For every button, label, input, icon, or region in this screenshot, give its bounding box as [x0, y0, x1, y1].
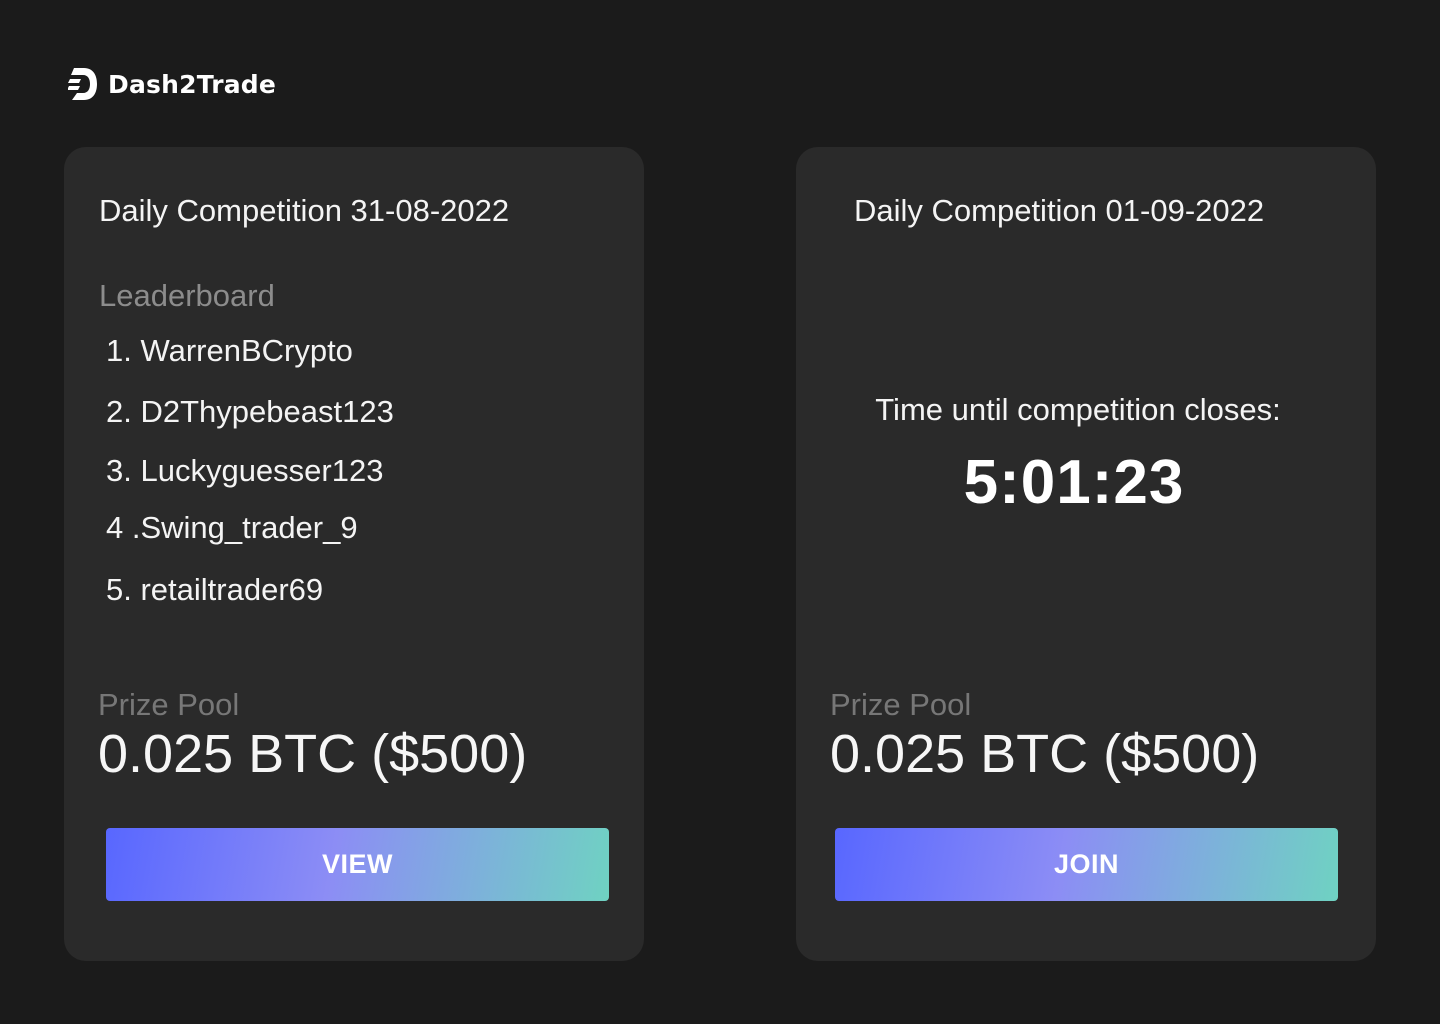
page: Dash2Trade Daily Competition 31-08-2022 … — [0, 0, 1440, 1024]
leaderboard-entry: 4 .Swing_trader_9 — [106, 510, 358, 545]
leaderboard-entry: 3. Luckyguesser123 — [106, 453, 384, 488]
countdown-timer: 5:01:23 — [963, 448, 1185, 517]
competition-title: Daily Competition 01-09-2022 — [854, 193, 1265, 228]
countdown-label: Time until competition closes: — [875, 392, 1281, 427]
brand-logo[interactable]: Dash2Trade — [68, 66, 276, 102]
prize-pool-label: Prize Pool — [98, 687, 240, 722]
view-button[interactable]: VIEW — [106, 828, 609, 901]
prize-pool-value: 0.025 BTC ($500) — [98, 724, 528, 784]
leaderboard-entry: 5. retailtrader69 — [106, 572, 324, 607]
leaderboard-entry: 2. D2Thypebeast123 — [106, 394, 394, 429]
past-competition-card: Daily Competition 31-08-2022 Leaderboard… — [64, 147, 644, 961]
competition-title: Daily Competition 31-08-2022 — [99, 193, 510, 228]
leaderboard-entry: 1. WarrenBCrypto — [106, 333, 353, 368]
current-competition-card: Daily Competition 01-09-2022 Time until … — [796, 147, 1376, 961]
prize-pool-label: Prize Pool — [830, 687, 972, 722]
join-button[interactable]: JOIN — [835, 828, 1338, 901]
leaderboard-heading: Leaderboard — [99, 278, 275, 313]
dash2trade-logo-icon — [68, 68, 97, 100]
brand-name: Dash2Trade — [108, 69, 277, 99]
prize-pool-value: 0.025 BTC ($500) — [830, 724, 1260, 784]
